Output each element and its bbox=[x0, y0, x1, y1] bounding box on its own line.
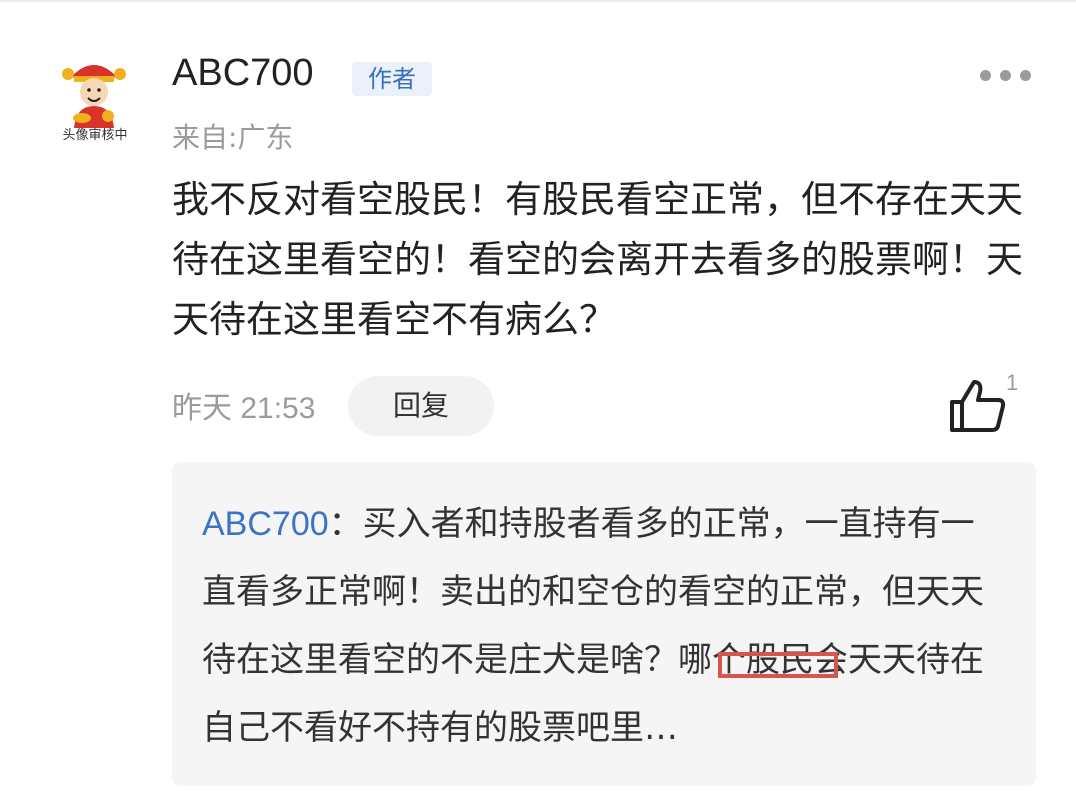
red-highlight-box bbox=[718, 652, 838, 678]
comment-timestamp: 昨天 21:53 bbox=[172, 392, 316, 425]
reply-author-link[interactable]: ABC700 bbox=[202, 505, 329, 543]
thumbs-up-icon[interactable] bbox=[948, 378, 1008, 434]
reply-button[interactable]: 回复 bbox=[348, 376, 494, 436]
more-dots-icon[interactable] bbox=[978, 66, 1034, 86]
comment-page: 头像审核中 ABC700 作者 来自:广东 我不反对看空股民！有股民看空正常，但… bbox=[0, 0, 1076, 808]
avatar-image bbox=[56, 52, 132, 128]
location-text: 来自:广东 bbox=[172, 121, 294, 154]
top-divider bbox=[0, 0, 1076, 2]
reply-preview-box[interactable]: ABC700：买入者和持股者看多的正常，一直持有一直看多正常啊！卖出的和空仓的看… bbox=[172, 462, 1036, 786]
comment-body: 我不反对看空股民！有股民看空正常，但不存在天天待在这里看空的！看空的会离开去看多… bbox=[172, 178, 1023, 341]
reply-preview-text: ABC700：买入者和持股者看多的正常，一直持有一直看多正常啊！卖出的和空仓的看… bbox=[202, 490, 1002, 762]
comment-username[interactable]: ABC700 bbox=[172, 52, 314, 95]
reply-separator: ： bbox=[328, 504, 363, 544]
like-count: 1 bbox=[1006, 370, 1019, 395]
author-badge: 作者 bbox=[352, 62, 432, 96]
avatar-caption: 头像审核中 bbox=[62, 128, 128, 143]
